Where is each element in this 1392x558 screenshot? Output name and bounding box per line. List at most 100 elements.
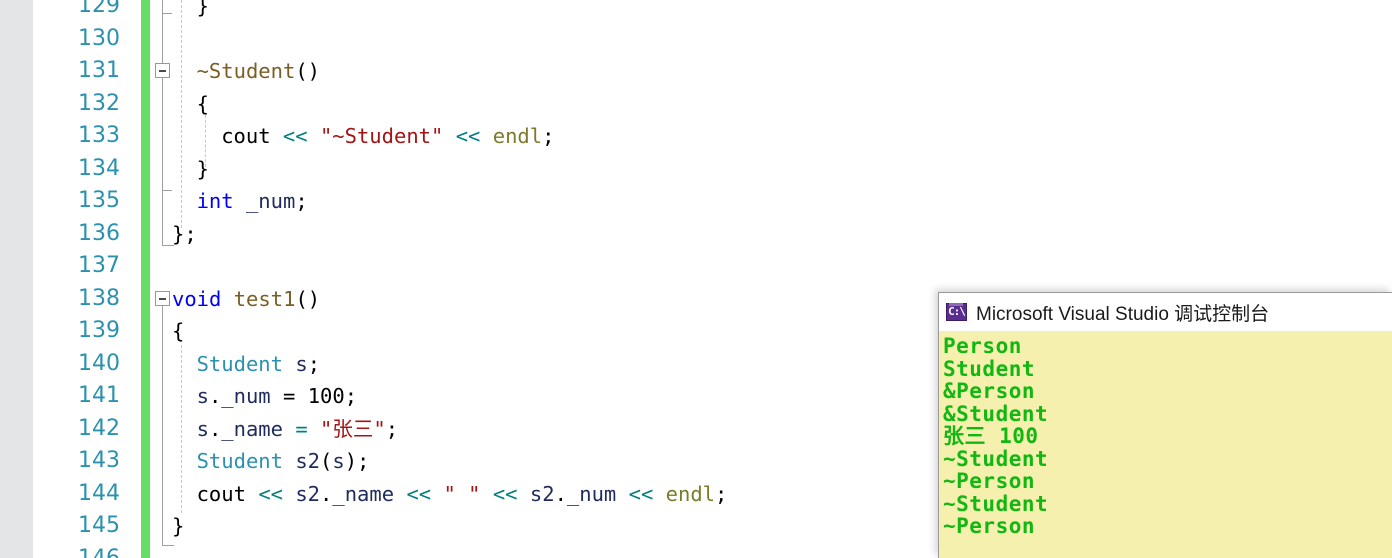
line-number: 134	[78, 155, 120, 181]
code-line[interactable]: 131 ~Student()	[0, 55, 1392, 88]
code-text[interactable]: int _num;	[197, 185, 308, 218]
code-line[interactable]: 136};	[0, 218, 1392, 251]
structure-guide-tick	[162, 13, 172, 14]
code-text[interactable]: Student s2(s);	[197, 445, 370, 478]
code-token: ~Student	[196, 59, 296, 83]
code-line[interactable]: 135 int _num;	[0, 185, 1392, 218]
collapse-toggle-icon[interactable]	[155, 290, 170, 306]
code-token: " "	[443, 481, 481, 506]
code-token: cout	[221, 124, 283, 148]
structure-guide-tick	[162, 545, 174, 546]
code-token: }	[196, 156, 209, 181]
code-token: _num	[245, 189, 296, 213]
line-number: 146	[78, 545, 120, 558]
code-token: Student	[196, 351, 283, 376]
code-token: _name	[221, 416, 283, 441]
code-text[interactable]: void test1()	[172, 283, 320, 316]
code-line[interactable]: 133 cout << "~Student" << endl;	[0, 120, 1392, 153]
code-token: .	[554, 481, 567, 506]
console-output-line: Person	[943, 334, 1022, 358]
code-text[interactable]: }	[197, 0, 209, 23]
code-token: ;	[715, 481, 728, 506]
console-title-bar[interactable]: C:\ Microsoft Visual Studio 调试控制台	[939, 293, 1392, 331]
code-token: <<	[258, 481, 283, 506]
code-token: 100	[307, 384, 345, 408]
code-token: .	[208, 416, 222, 441]
code-text[interactable]: }	[172, 510, 184, 543]
console-output-line: ~Student	[943, 446, 1049, 471]
line-number: 139	[78, 318, 120, 343]
code-token: s	[332, 449, 345, 473]
debug-console-window[interactable]: C:\ Microsoft Visual Studio 调试控制台 Person…	[938, 292, 1392, 558]
code-token: s2	[529, 481, 555, 506]
code-text[interactable]: ~Student()	[197, 55, 320, 88]
code-token: {	[172, 319, 185, 343]
collapse-toggle-icon[interactable]	[155, 63, 170, 78]
structure-guide	[162, 78, 163, 190]
code-token: cout	[196, 481, 259, 506]
code-text[interactable]: cout << "~Student" << endl;	[221, 120, 554, 153]
line-number: 136	[78, 220, 120, 246]
code-text[interactable]: {	[172, 315, 184, 348]
code-token: ;	[307, 351, 321, 376]
code-text[interactable]: s._num = 100;	[197, 380, 357, 413]
line-number: 135	[78, 188, 120, 213]
code-token: s2	[295, 481, 321, 506]
indent-guide	[181, 0, 182, 228]
code-token: <<	[282, 124, 308, 148]
code-line[interactable]: 134}	[0, 153, 1392, 186]
console-output-line: &Student	[943, 401, 1049, 426]
code-text[interactable]: Student s;	[197, 348, 320, 381]
line-number: 130	[78, 25, 120, 51]
code-text[interactable]: cout << s2._name << " " << s2._num << en…	[197, 478, 728, 511]
code-token: _name	[332, 481, 395, 506]
code-token: ()	[295, 59, 321, 83]
code-line[interactable]: 137	[0, 250, 1392, 283]
code-token: <<	[455, 124, 481, 148]
code-token: void	[172, 286, 222, 311]
console-output-area[interactable]: Person Student &Person &Student 张三 100 ~Stude…	[939, 331, 1392, 558]
code-token: <<	[628, 481, 654, 506]
code-token: .	[320, 481, 333, 506]
structure-guide-tick	[162, 190, 172, 191]
code-token: _num	[566, 481, 617, 506]
console-output-line: ~Student	[943, 491, 1049, 516]
line-number: 145	[78, 513, 120, 538]
line-number: 144	[78, 480, 120, 506]
code-token: ;	[385, 416, 399, 441]
structure-guide	[162, 305, 163, 545]
code-token: endl	[492, 124, 543, 148]
code-token: =	[295, 416, 308, 441]
code-line[interactable]: 129}	[0, 0, 1392, 23]
code-line[interactable]: 130	[0, 23, 1392, 56]
code-token: endl	[665, 481, 716, 506]
console-output-line: Student	[943, 356, 1036, 381]
code-token: }	[172, 514, 185, 538]
code-token: =	[270, 384, 308, 408]
console-window-icon: C:\	[946, 303, 967, 321]
console-output-line: ~Person	[943, 514, 1036, 538]
code-token: .	[208, 384, 222, 408]
code-text[interactable]: };	[172, 218, 197, 251]
code-token: int	[196, 189, 234, 213]
code-token: "张三"	[320, 416, 386, 441]
code-text[interactable]: s._name = "张三";	[197, 413, 398, 446]
code-token: ()	[295, 286, 321, 311]
code-text[interactable]: }	[197, 153, 209, 186]
code-line[interactable]: 132 {	[0, 88, 1392, 121]
structure-guide	[162, 190, 163, 245]
code-text[interactable]: {	[197, 88, 209, 121]
line-number: 133	[78, 123, 120, 148]
